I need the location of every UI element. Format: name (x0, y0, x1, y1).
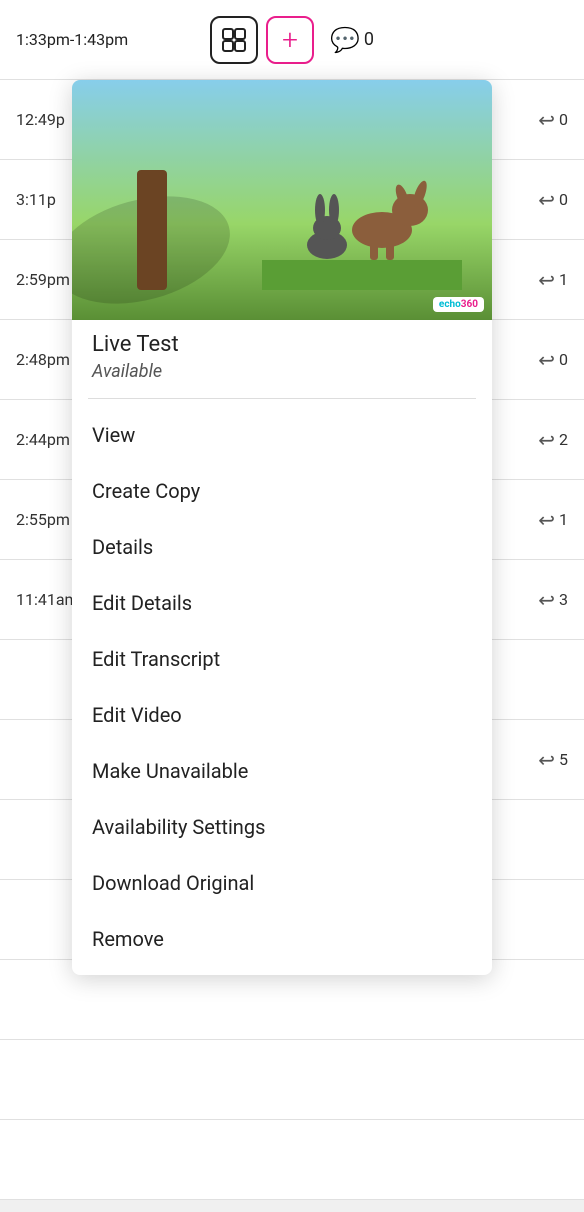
popup-divider (88, 398, 476, 399)
row-time: 2:44pm (16, 430, 70, 449)
popup-status: Available (72, 361, 492, 398)
header-icons: + 💬 0 (210, 16, 374, 64)
comment-wrap: 💬 0 (330, 26, 374, 54)
header-bar: 1:33pm-1:43pm + 💬 0 (0, 0, 584, 80)
comment-count: ↩ 5 (538, 748, 568, 772)
add-button[interactable]: + (266, 16, 314, 64)
menu-item-availability-settings[interactable]: Availability Settings (72, 799, 492, 855)
menu-item-edit-details[interactable]: Edit Details (72, 575, 492, 631)
comment-count: ↩ 3 (538, 588, 568, 612)
comment-count: ↩ 1 (538, 508, 568, 532)
row-time: 2:59pm (16, 270, 70, 289)
menu-item-download-original[interactable]: Download Original (72, 855, 492, 911)
echo360-label-echo: echo (439, 299, 461, 310)
menu-item-view[interactable]: View (72, 407, 492, 463)
menu-item-edit-transcript[interactable]: Edit Transcript (72, 631, 492, 687)
comment-count: ↩ 0 (538, 348, 568, 372)
scene-background: echo360 (72, 80, 492, 320)
menu-item-create-copy[interactable]: Create Copy (72, 463, 492, 519)
row-time: 2:48pm (16, 350, 70, 369)
comment-count: ↩ 1 (538, 268, 568, 292)
list-item (0, 1120, 584, 1200)
scene-tree (92, 90, 212, 290)
scene-animals (262, 130, 462, 290)
row-time: 11:41am (16, 590, 79, 609)
comment-icon: 💬 (330, 26, 360, 54)
media-thumbnail: echo360 (72, 80, 492, 320)
menu-item-make-unavailable[interactable]: Make Unavailable (72, 743, 492, 799)
media-grid-button[interactable] (210, 16, 258, 64)
row-time: 12:49p (16, 110, 65, 129)
menu-item-edit-video[interactable]: Edit Video (72, 687, 492, 743)
comment-count: ↩ 2 (538, 428, 568, 452)
comment-count: ↩ 0 (538, 188, 568, 212)
row-time: 2:55pm (16, 510, 70, 529)
echo360-badge: echo360 (433, 297, 484, 312)
header-time: 1:33pm-1:43pm (16, 30, 128, 49)
popup-title: Live Test (72, 332, 492, 361)
menu-item-remove[interactable]: Remove (72, 911, 492, 967)
header-comment-count: 0 (364, 29, 374, 50)
list-item (0, 1040, 584, 1120)
tree-trunk (137, 170, 167, 290)
echo360-label-360: 360 (461, 299, 478, 310)
row-time: 3:11p (16, 190, 56, 209)
context-menu-popup: echo360 Live Test Available View Create … (72, 80, 492, 975)
comment-count: ↩ 0 (538, 108, 568, 132)
menu-item-details[interactable]: Details (72, 519, 492, 575)
